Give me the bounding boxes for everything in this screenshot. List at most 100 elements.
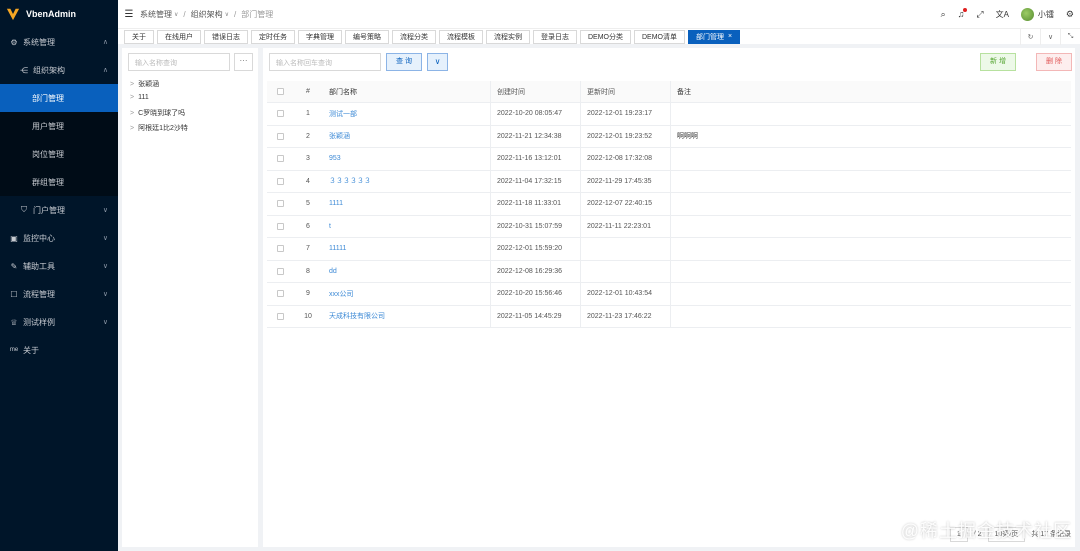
chevron-right-icon[interactable]: >	[130, 125, 134, 132]
chevron-right-icon[interactable]: >	[130, 81, 134, 88]
tab-login-log[interactable]: 登录日志	[533, 29, 577, 44]
tab-scheduled-tasks[interactable]: 定时任务	[251, 29, 295, 44]
dept-name-cell[interactable]: 11111	[323, 238, 491, 260]
table-row[interactable]: 8 dd 2022-12-08 16:29:36	[267, 260, 1071, 283]
tab-flow-instance[interactable]: 流程实例	[486, 29, 530, 44]
checkbox[interactable]	[276, 290, 284, 298]
dept-name-cell[interactable]: 1111	[323, 193, 491, 215]
dept-name-link[interactable]: ３３３３３３	[329, 176, 371, 186]
dept-name-link[interactable]: xxx公司	[329, 289, 354, 299]
checkbox[interactable]	[276, 132, 284, 140]
table-row[interactable]: 3 953 2022-11-16 13:12:01 2022-12-08 17:32:…	[267, 148, 1071, 171]
add-button[interactable]: 新 增	[980, 53, 1016, 71]
tree-node[interactable]: > C罗晓到球了吗	[130, 108, 185, 118]
checkbox[interactable]	[276, 222, 284, 230]
row-checkbox-cell[interactable]	[267, 126, 293, 148]
checkbox[interactable]	[276, 245, 284, 253]
tab-about[interactable]: 关于	[124, 29, 154, 44]
table-row[interactable]: 7 11111 2022-12-01 15:59:20	[267, 238, 1071, 261]
sidebar-item-portal[interactable]: ⛉ 门户管理 ∨	[0, 196, 118, 224]
breadcrumb-item[interactable]: 组织架构	[191, 9, 223, 20]
dept-name-link[interactable]: 张颖涵	[329, 131, 350, 141]
table-row[interactable]: 9 xxx公司 2022-10-20 15:56:46 2022-12-01 10:4…	[267, 283, 1071, 306]
tab-error-log[interactable]: 错误日志	[204, 29, 248, 44]
query-button[interactable]: 查 询	[386, 53, 422, 71]
menu-fold-icon[interactable]: ☰	[118, 9, 140, 20]
checkbox[interactable]	[276, 200, 284, 208]
row-checkbox-cell[interactable]	[267, 193, 293, 215]
search-icon[interactable]: ⌕	[941, 9, 946, 20]
sidebar-item-monitor[interactable]: ▣ 监控中心 ∨	[0, 224, 118, 252]
sidebar-item-org[interactable]: ⋲ 组织架构 ∧	[0, 56, 118, 84]
tab-demo-category[interactable]: DEMO分类	[580, 29, 631, 44]
row-checkbox-cell[interactable]	[267, 306, 293, 328]
row-checkbox-cell[interactable]	[267, 103, 293, 125]
tab-dictionary[interactable]: 字典管理	[298, 29, 342, 44]
tree-node[interactable]: > 阿根廷1比2沙特	[130, 123, 188, 133]
tab-numbering[interactable]: 编号策略	[345, 29, 389, 44]
tab-flow-category[interactable]: 流程分类	[392, 29, 436, 44]
dept-name-cell[interactable]: 测试一部	[323, 103, 491, 125]
user-menu[interactable]: 小镭	[1020, 7, 1054, 21]
dept-name-link[interactable]: dd	[329, 268, 337, 275]
sidebar-item-flow[interactable]: ☐ 流程管理 ∨	[0, 280, 118, 308]
table-row[interactable]: 1 测试一部 2022-10-20 08:05:47 2022-12-01 19:23…	[267, 103, 1071, 126]
tree-more-button[interactable]: ···	[234, 53, 253, 71]
row-checkbox-cell[interactable]	[267, 148, 293, 170]
dept-name-cell[interactable]: ３３３３３３	[323, 170, 491, 192]
checkbox[interactable]	[276, 88, 284, 95]
fullscreen-icon[interactable]: ⤢	[976, 9, 983, 20]
close-icon[interactable]: ×	[728, 33, 732, 40]
chevron-down-icon[interactable]: ∨	[1040, 29, 1060, 45]
delete-button[interactable]: 删 除	[1036, 53, 1072, 71]
tree-search-input[interactable]: 输入名称查询	[128, 53, 230, 71]
sidebar-item-dept[interactable]: 部门管理	[0, 84, 118, 112]
tab-flow-template[interactable]: 流程模板	[439, 29, 483, 44]
dept-name-cell[interactable]: t	[323, 215, 491, 237]
dept-name-link[interactable]: 953	[329, 155, 341, 162]
dept-name-cell[interactable]: dd	[323, 260, 491, 282]
checkbox[interactable]	[276, 312, 284, 320]
breadcrumb-item[interactable]: 系统管理	[140, 9, 172, 20]
row-checkbox-cell[interactable]	[267, 171, 293, 193]
row-checkbox-cell[interactable]	[267, 261, 293, 283]
column-header[interactable]: 部门名称	[323, 81, 491, 102]
row-checkbox-cell[interactable]	[267, 216, 293, 238]
app-logo[interactable]: VbenAdmin	[0, 0, 118, 28]
dept-name-cell[interactable]: 张颖涵	[323, 125, 491, 147]
sidebar-item-user[interactable]: 用户管理	[0, 112, 118, 140]
language-icon[interactable]: 文A	[996, 9, 1009, 20]
refresh-icon[interactable]: ↻	[1020, 29, 1040, 45]
dept-name-cell[interactable]: 953	[323, 148, 491, 170]
search-input[interactable]: 输入名称回车查询	[269, 53, 381, 71]
dept-name-link[interactable]: 11111	[329, 245, 346, 252]
sidebar-item-tools[interactable]: ✎ 辅助工具 ∨	[0, 252, 118, 280]
tab-dept[interactable]: 部门管理 ×	[688, 29, 741, 44]
row-checkbox-cell[interactable]	[267, 238, 293, 260]
tree-node[interactable]: >111	[130, 94, 149, 101]
dept-name-link[interactable]: 天成科技有限公司	[329, 311, 385, 321]
row-checkbox-cell[interactable]	[267, 283, 293, 305]
column-header[interactable]: 更新时间	[581, 81, 671, 102]
tab-demo-list[interactable]: DEMO清单	[634, 29, 685, 44]
table-row[interactable]: 6 t 2022-10-31 15:07:59 2022-11-11 22:23:01	[267, 215, 1071, 238]
tab-online-users[interactable]: 在线用户	[157, 29, 201, 44]
table-row[interactable]: 4 ３３３３３３ 2022-11-04 17:32:15 2022-11-29 17:…	[267, 170, 1071, 193]
table-row[interactable]: 5 1111 2022-11-18 11:33:01 2022-12-07 22:40…	[267, 193, 1071, 216]
settings-icon[interactable]: ⚙	[1066, 9, 1074, 20]
column-header[interactable]: 创建时间	[491, 81, 581, 102]
sidebar-item-group[interactable]: 群组管理	[0, 168, 118, 196]
tree-node[interactable]: > 张颖涵	[130, 79, 159, 89]
sidebar-item-test[interactable]: ♕ 测试样例 ∨	[0, 308, 118, 336]
checkbox[interactable]	[276, 177, 284, 185]
sidebar-item-system[interactable]: ⚙ 系统管理 ∧	[0, 28, 118, 56]
sidebar-item-post[interactable]: 岗位管理	[0, 140, 118, 168]
fold-icon[interactable]: ⤡	[1060, 29, 1080, 45]
dept-name-link[interactable]: 测试一部	[329, 109, 357, 119]
chevron-right-icon[interactable]: >	[130, 110, 134, 117]
dept-name-cell[interactable]: xxx公司	[323, 283, 491, 305]
column-header[interactable]: 备注	[671, 81, 1071, 102]
dept-name-link[interactable]: t	[329, 223, 331, 230]
dept-name-link[interactable]: 1111	[329, 200, 343, 207]
dept-name-cell[interactable]: 天成科技有限公司	[323, 305, 491, 327]
